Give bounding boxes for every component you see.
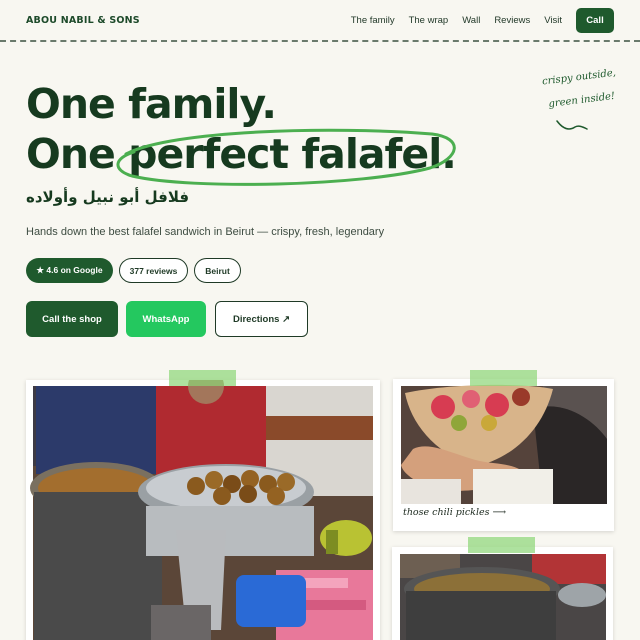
- nav-visit[interactable]: Visit: [544, 15, 562, 26]
- photo-frying-falafel: [26, 370, 380, 640]
- call-shop-button[interactable]: Call the shop: [26, 301, 118, 337]
- location-badge: Beirut: [194, 258, 241, 283]
- photo-fryer-vat: [392, 537, 613, 640]
- frying-scene-image: [30, 380, 373, 640]
- arabic-name: فلافل أبو نبيل وأولاده: [26, 188, 190, 206]
- fryer-vat-image: [400, 554, 606, 640]
- scribble-ellipse-decoration: [116, 128, 456, 186]
- nav-reviews[interactable]: Reviews: [494, 15, 530, 26]
- photo-caption: those chili pickles ⟶: [403, 507, 507, 518]
- google-rating-badge[interactable]: ★ 4.6 on Google: [26, 258, 113, 283]
- tape-strip: [169, 370, 236, 386]
- header-call-button[interactable]: Call: [576, 7, 614, 33]
- site-header: ABOU NABIL & SONS The family The wrap Wa…: [0, 0, 640, 42]
- nav-wall[interactable]: Wall: [462, 15, 480, 26]
- hero-tagline: Hands down the best falafel sandwich in …: [26, 226, 385, 238]
- squiggle-decoration: [556, 120, 588, 130]
- nav-the-wrap[interactable]: The wrap: [409, 15, 449, 26]
- brand-logo[interactable]: ABOU NABIL & SONS: [26, 15, 140, 26]
- tape-strip: [468, 537, 535, 553]
- main-nav: The family The wrap Wall Reviews Visit C…: [337, 7, 614, 33]
- directions-button[interactable]: Directions ↗: [215, 301, 308, 337]
- handwritten-side-note: crispy outside, green inside!: [538, 62, 623, 116]
- reviews-count-badge[interactable]: 377 reviews: [119, 258, 188, 283]
- nav-the-family[interactable]: The family: [351, 15, 395, 26]
- hero-title-line-1: One family.: [26, 80, 277, 128]
- tape-strip: [470, 370, 537, 386]
- whatsapp-button[interactable]: WhatsApp: [126, 301, 206, 337]
